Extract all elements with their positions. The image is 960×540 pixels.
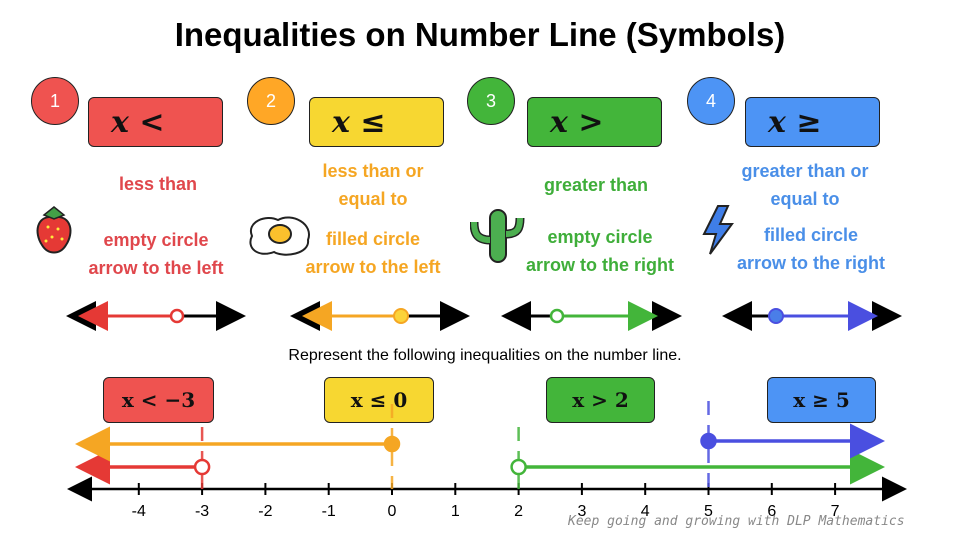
tick-label: 1 [451, 503, 460, 520]
tick-label: -1 [322, 503, 336, 520]
empty-circle-1 [193, 458, 211, 476]
signature: Keep going and growing with DLP Mathemat… [568, 514, 905, 529]
tick-label: 0 [388, 503, 397, 520]
filled-circle-4 [700, 432, 717, 450]
main-number-line: -4 -3 -2 -1 0 1 2 3 4 5 6 7 [67, 401, 907, 520]
empty-circle-3 [510, 458, 527, 476]
filled-circle-2 [383, 435, 401, 453]
tick-label: 2 [514, 503, 523, 520]
tick-label: -3 [195, 503, 209, 520]
tick-label: -4 [132, 503, 146, 520]
tick-label: -2 [258, 503, 272, 520]
